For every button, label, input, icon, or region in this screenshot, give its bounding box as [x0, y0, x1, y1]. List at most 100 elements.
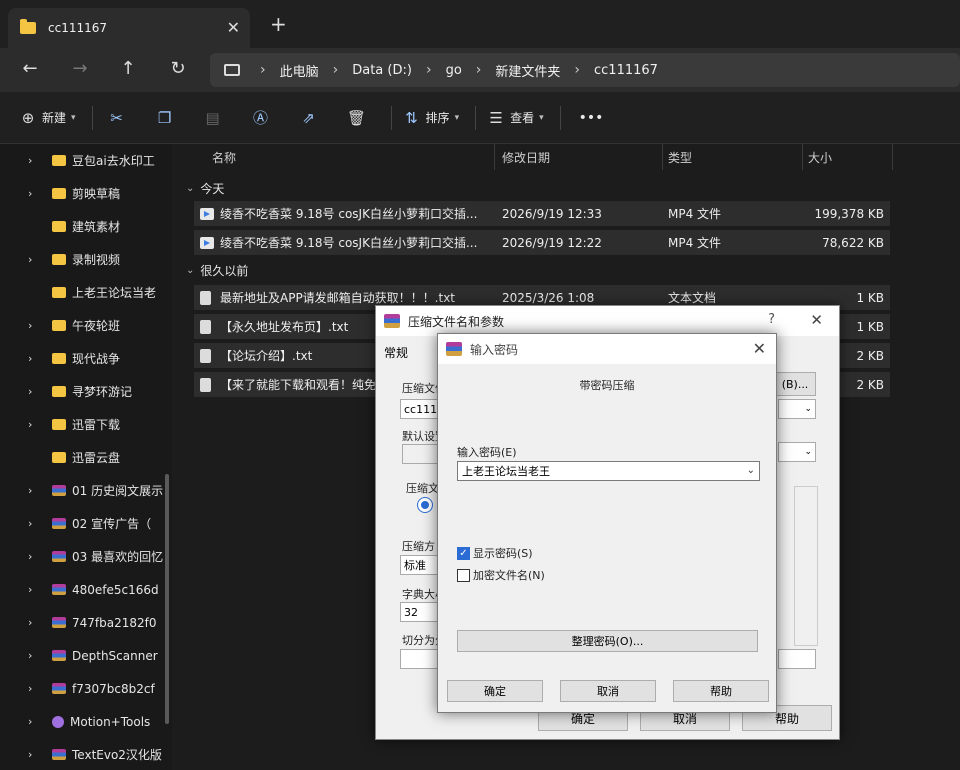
chevron-right-icon[interactable]: › [28, 385, 42, 398]
text-file-icon [200, 377, 211, 392]
column-divider[interactable] [494, 144, 495, 170]
breadcrumb-item[interactable]: 新建文件夹 [495, 61, 560, 80]
chevron-right-icon[interactable]: › [28, 154, 42, 167]
password-input[interactable]: 上老王论坛当老王 ⌄ [457, 461, 760, 481]
close-icon[interactable]: ✕ [753, 339, 766, 358]
breadcrumb-item[interactable]: 此电脑 [280, 61, 319, 80]
share-icon[interactable]: ⇗ [299, 108, 319, 128]
chevron-right-icon[interactable]: › [28, 748, 42, 761]
sidebar-item[interactable]: ›上老王论坛当老 [0, 276, 172, 309]
refresh-icon[interactable]: ↻ [166, 58, 190, 79]
sidebar-item[interactable]: › 迅雷下载 [0, 408, 172, 441]
new-tab-icon[interactable]: + [270, 12, 287, 36]
sort-button[interactable]: ⇅ 排序 ▾ [402, 108, 459, 128]
sidebar-item[interactable]: ›建筑素材 [0, 210, 172, 243]
close-icon[interactable]: ✕ [810, 311, 823, 329]
chevron-right-icon[interactable]: › [28, 187, 42, 200]
folder-icon [20, 19, 36, 34]
split-volumes-field[interactable] [400, 649, 440, 669]
sidebar-item[interactable]: › 03 最喜欢的回忆 [0, 540, 172, 573]
ok-button[interactable]: 确定 [447, 680, 543, 702]
profiles-button[interactable] [402, 444, 442, 464]
tab-cc111167[interactable]: cc111167 ✕ [8, 8, 250, 48]
sidebar-item[interactable]: › 录制视频 [0, 243, 172, 276]
group-header-today[interactable]: ⌄ 今天 [186, 180, 224, 197]
browse-button[interactable]: (B)... [774, 372, 816, 396]
sidebar-item[interactable]: › 480efe5c166d [0, 573, 172, 606]
chevron-right-icon[interactable]: › [28, 319, 42, 332]
sidebar-item[interactable]: › 午夜轮班 [0, 309, 172, 342]
up-icon[interactable]: ↑ [116, 58, 140, 79]
close-tab-icon[interactable]: ✕ [227, 18, 240, 37]
options-group [794, 486, 818, 646]
chevron-right-icon[interactable]: › [28, 484, 42, 497]
delete-icon[interactable]: 🗑 [347, 108, 367, 128]
column-divider[interactable] [892, 144, 893, 170]
breadcrumb-item[interactable]: cc111167 [594, 63, 658, 78]
chevron-right-icon[interactable]: › [28, 550, 42, 563]
paste-icon[interactable]: ▤ [203, 108, 223, 128]
sidebar-item[interactable]: › 01 历史阅文展示 [0, 474, 172, 507]
sidebar-item[interactable]: › 寻梦环游记 [0, 375, 172, 408]
split-units-select[interactable] [778, 649, 816, 669]
update-mode-select[interactable]: ⌄ [778, 399, 816, 419]
view-button[interactable]: ☰ 查看 ▾ [486, 108, 543, 128]
file-name: 绫香不吃香菜 9.18号 cosJK白丝小萝莉口交插... [220, 236, 478, 250]
sidebar-item-label: TextEvo2汉化版 [72, 748, 162, 762]
help-icon[interactable]: ? [768, 312, 775, 327]
format-radio[interactable] [418, 498, 432, 512]
compression-method-select[interactable]: 标准 [400, 555, 440, 575]
chevron-down-icon[interactable]: ⌄ [747, 465, 755, 476]
sidebar-item[interactable]: › DepthScanner [0, 639, 172, 672]
sidebar-item[interactable]: › 豆包ai去水印工 [0, 144, 172, 177]
sidebar-item[interactable]: › 747fba2182f0 [0, 606, 172, 639]
chevron-right-icon[interactable]: › [28, 649, 42, 662]
column-header-modified[interactable]: 修改日期 [502, 144, 550, 170]
column-header-type[interactable]: 类型 [668, 144, 692, 170]
rename-icon[interactable]: Ⓐ [251, 108, 271, 128]
show-password-checkbox[interactable]: ✓ 显示密码(S) [457, 545, 533, 561]
table-row[interactable]: 绫香不吃香菜 9.18号 cosJK白丝小萝莉口交插... 2026/9/19 … [194, 230, 890, 255]
chevron-right-icon[interactable]: › [28, 715, 42, 728]
column-divider[interactable] [802, 144, 803, 170]
column-divider[interactable] [662, 144, 663, 170]
cancel-button[interactable]: 取消 [560, 680, 656, 702]
chevron-right-icon[interactable]: › [28, 418, 42, 431]
help-button[interactable]: 帮助 [673, 680, 769, 702]
chevron-right-icon[interactable]: › [28, 517, 42, 530]
back-icon[interactable]: ← [18, 58, 42, 79]
column-header-name[interactable]: 名称 [212, 144, 236, 170]
chevron-right-icon[interactable]: › [28, 682, 42, 695]
copy-icon[interactable]: ❐ [155, 108, 175, 128]
new-button[interactable]: ⊕ 新建 ▾ [18, 108, 76, 128]
forward-icon[interactable]: → [68, 58, 92, 79]
column-header-size[interactable]: 大小 [808, 144, 832, 170]
table-row[interactable]: 绫香不吃香菜 9.18号 cosJK白丝小萝莉口交插... 2026/9/19 … [194, 201, 890, 226]
sidebar-item[interactable]: › f7307bc8b2cf [0, 672, 172, 705]
options-select[interactable]: ⌄ [778, 442, 816, 462]
more-options-icon[interactable]: ••• [579, 110, 604, 126]
group-header-long-ago[interactable]: ⌄ 很久以前 [186, 262, 248, 279]
breadcrumb-item[interactable]: go [446, 63, 462, 78]
tab-general[interactable]: 常规 [384, 344, 408, 361]
address-bar[interactable]: › 此电脑 › Data (D:) › go › 新建文件夹 › cc11116… [210, 53, 960, 87]
cut-icon[interactable]: ✂ [107, 108, 127, 128]
chevron-right-icon[interactable]: › [28, 352, 42, 365]
address-row: ← → ↑ ↻ › 此电脑 › Data (D:) › go › 新建文件夹 ›… [0, 48, 960, 92]
sidebar-item[interactable]: › 02 宣传广告（ [0, 507, 172, 540]
sidebar-item[interactable]: › 现代战争 [0, 342, 172, 375]
sidebar-item[interactable]: › Motion+Tools [0, 705, 172, 738]
folder-icon [52, 452, 66, 463]
organize-passwords-button[interactable]: 整理密码(O)... [457, 630, 758, 652]
sidebar-item[interactable]: › 剪映草稿 [0, 177, 172, 210]
chevron-right-icon[interactable]: › [28, 616, 42, 629]
dictionary-size-select[interactable]: 32 [400, 602, 440, 622]
sidebar-item[interactable]: ›迅雷云盘 [0, 441, 172, 474]
navigation-pane: ›豆包ai去水印工›剪映草稿›建筑素材›录制视频›上老王论坛当老›午夜轮班›现代… [0, 144, 172, 770]
chevron-right-icon[interactable]: › [28, 253, 42, 266]
sidebar-item[interactable]: › TextEvo2汉化版 [0, 738, 172, 770]
chevron-right-icon[interactable]: › [28, 583, 42, 596]
encrypt-names-checkbox[interactable]: 加密文件名(N) [457, 567, 545, 583]
divider [475, 105, 477, 130]
breadcrumb-item[interactable]: Data (D:) [352, 63, 412, 78]
